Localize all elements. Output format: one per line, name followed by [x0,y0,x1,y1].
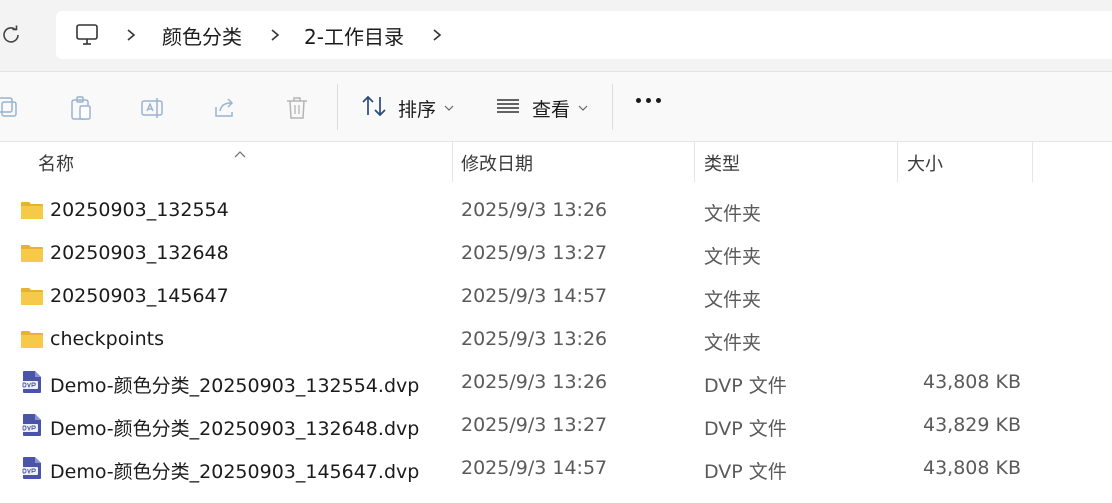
refresh-icon[interactable] [0,24,22,46]
toolbar-divider [612,84,613,130]
paste-icon[interactable] [68,95,94,121]
file-size: 43,808 KB [922,457,1021,479]
file-row[interactable]: 20250903_145647 2025/9/3 14:57 文件夹 [0,275,1112,318]
file-modified: 2025/9/3 14:57 [461,457,608,479]
file-name: checkpoints [50,328,164,350]
file-type: 文件夹 [704,289,762,311]
view-list-icon [494,93,522,123]
this-pc-icon[interactable] [74,22,100,48]
file-modified: 2025/9/3 13:26 [461,328,608,350]
file-row[interactable]: 20250903_132554 2025/9/3 13:26 文件夹 [0,189,1112,232]
column-divider[interactable] [694,142,695,182]
column-header-type[interactable]: 类型 [704,150,740,176]
rename-icon[interactable] [140,95,166,121]
file-size: 43,829 KB [922,414,1021,436]
file-name: Demo-颜色分类_20250903_132648.dvp [50,418,420,440]
breadcrumb-item-color-classification[interactable]: 颜色分类 [162,21,242,50]
chevron-right-icon[interactable] [430,28,444,42]
chevron-right-icon[interactable] [124,28,138,42]
column-header-row: 名称 修改日期 类型 大小 [0,142,1112,182]
file-modified: 2025/9/3 13:27 [461,242,608,264]
chevron-right-icon[interactable] [268,28,282,42]
column-divider[interactable] [1032,142,1033,182]
folder-icon [20,284,44,308]
column-divider[interactable] [897,142,898,182]
file-type: DVP 文件 [704,418,787,440]
file-name: 20250903_145647 [50,285,229,307]
file-row[interactable]: 20250903_132648 2025/9/3 13:27 文件夹 [0,232,1112,275]
file-type: 文件夹 [704,246,762,268]
folder-icon [20,327,44,351]
toolbar-divider [337,84,338,130]
file-name: 20250903_132648 [50,242,229,264]
view-label: 查看 [532,98,571,121]
dvp-file-icon [20,456,44,480]
file-name: 20250903_132554 [50,199,229,221]
file-type: DVP 文件 [704,461,787,483]
file-modified: 2025/9/3 13:26 [461,371,608,393]
file-row[interactable]: Demo-颜色分类_20250903_145647.dvp 2025/9/3 1… [0,447,1112,490]
folder-icon [20,241,44,265]
delete-icon[interactable] [284,95,310,121]
file-type: 文件夹 [704,332,762,354]
file-size: 43,808 KB [922,371,1021,393]
sort-ascending-icon [233,143,247,158]
file-modified: 2025/9/3 13:26 [461,199,608,221]
file-type: DVP 文件 [704,375,787,397]
view-button[interactable]: 查看 [494,92,588,124]
copy-icon[interactable] [0,95,20,121]
chevron-down-icon [444,103,454,113]
column-header-name[interactable]: 名称 [38,150,74,176]
file-modified: 2025/9/3 14:57 [461,285,608,307]
column-header-size[interactable]: 大小 [907,150,943,176]
file-name: Demo-颜色分类_20250903_145647.dvp [50,461,420,483]
breadcrumb-item-working-directory[interactable]: 2-工作目录 [304,21,404,50]
column-header-modified[interactable]: 修改日期 [461,150,533,176]
file-name: Demo-颜色分类_20250903_132554.dvp [50,375,420,397]
breadcrumb[interactable]: 颜色分类 2-工作目录 [56,11,1112,59]
file-row[interactable]: checkpoints 2025/9/3 13:26 文件夹 [0,318,1112,361]
sort-button[interactable]: 排序 [360,92,454,124]
address-bar: 颜色分类 2-工作目录 [0,0,1112,72]
share-icon[interactable] [212,95,238,121]
command-bar: 排序 查看 [0,72,1112,142]
more-options-icon[interactable] [636,98,661,103]
column-divider[interactable] [452,142,453,182]
file-type: 文件夹 [704,203,762,225]
file-row[interactable]: Demo-颜色分类_20250903_132648.dvp 2025/9/3 1… [0,404,1112,447]
file-modified: 2025/9/3 13:27 [461,414,608,436]
file-row[interactable]: Demo-颜色分类_20250903_132554.dvp 2025/9/3 1… [0,361,1112,404]
dvp-file-icon [20,370,44,394]
sort-icon [360,93,388,123]
folder-icon [20,198,44,222]
chevron-down-icon [578,103,588,113]
dvp-file-icon [20,413,44,437]
sort-label: 排序 [398,98,437,121]
